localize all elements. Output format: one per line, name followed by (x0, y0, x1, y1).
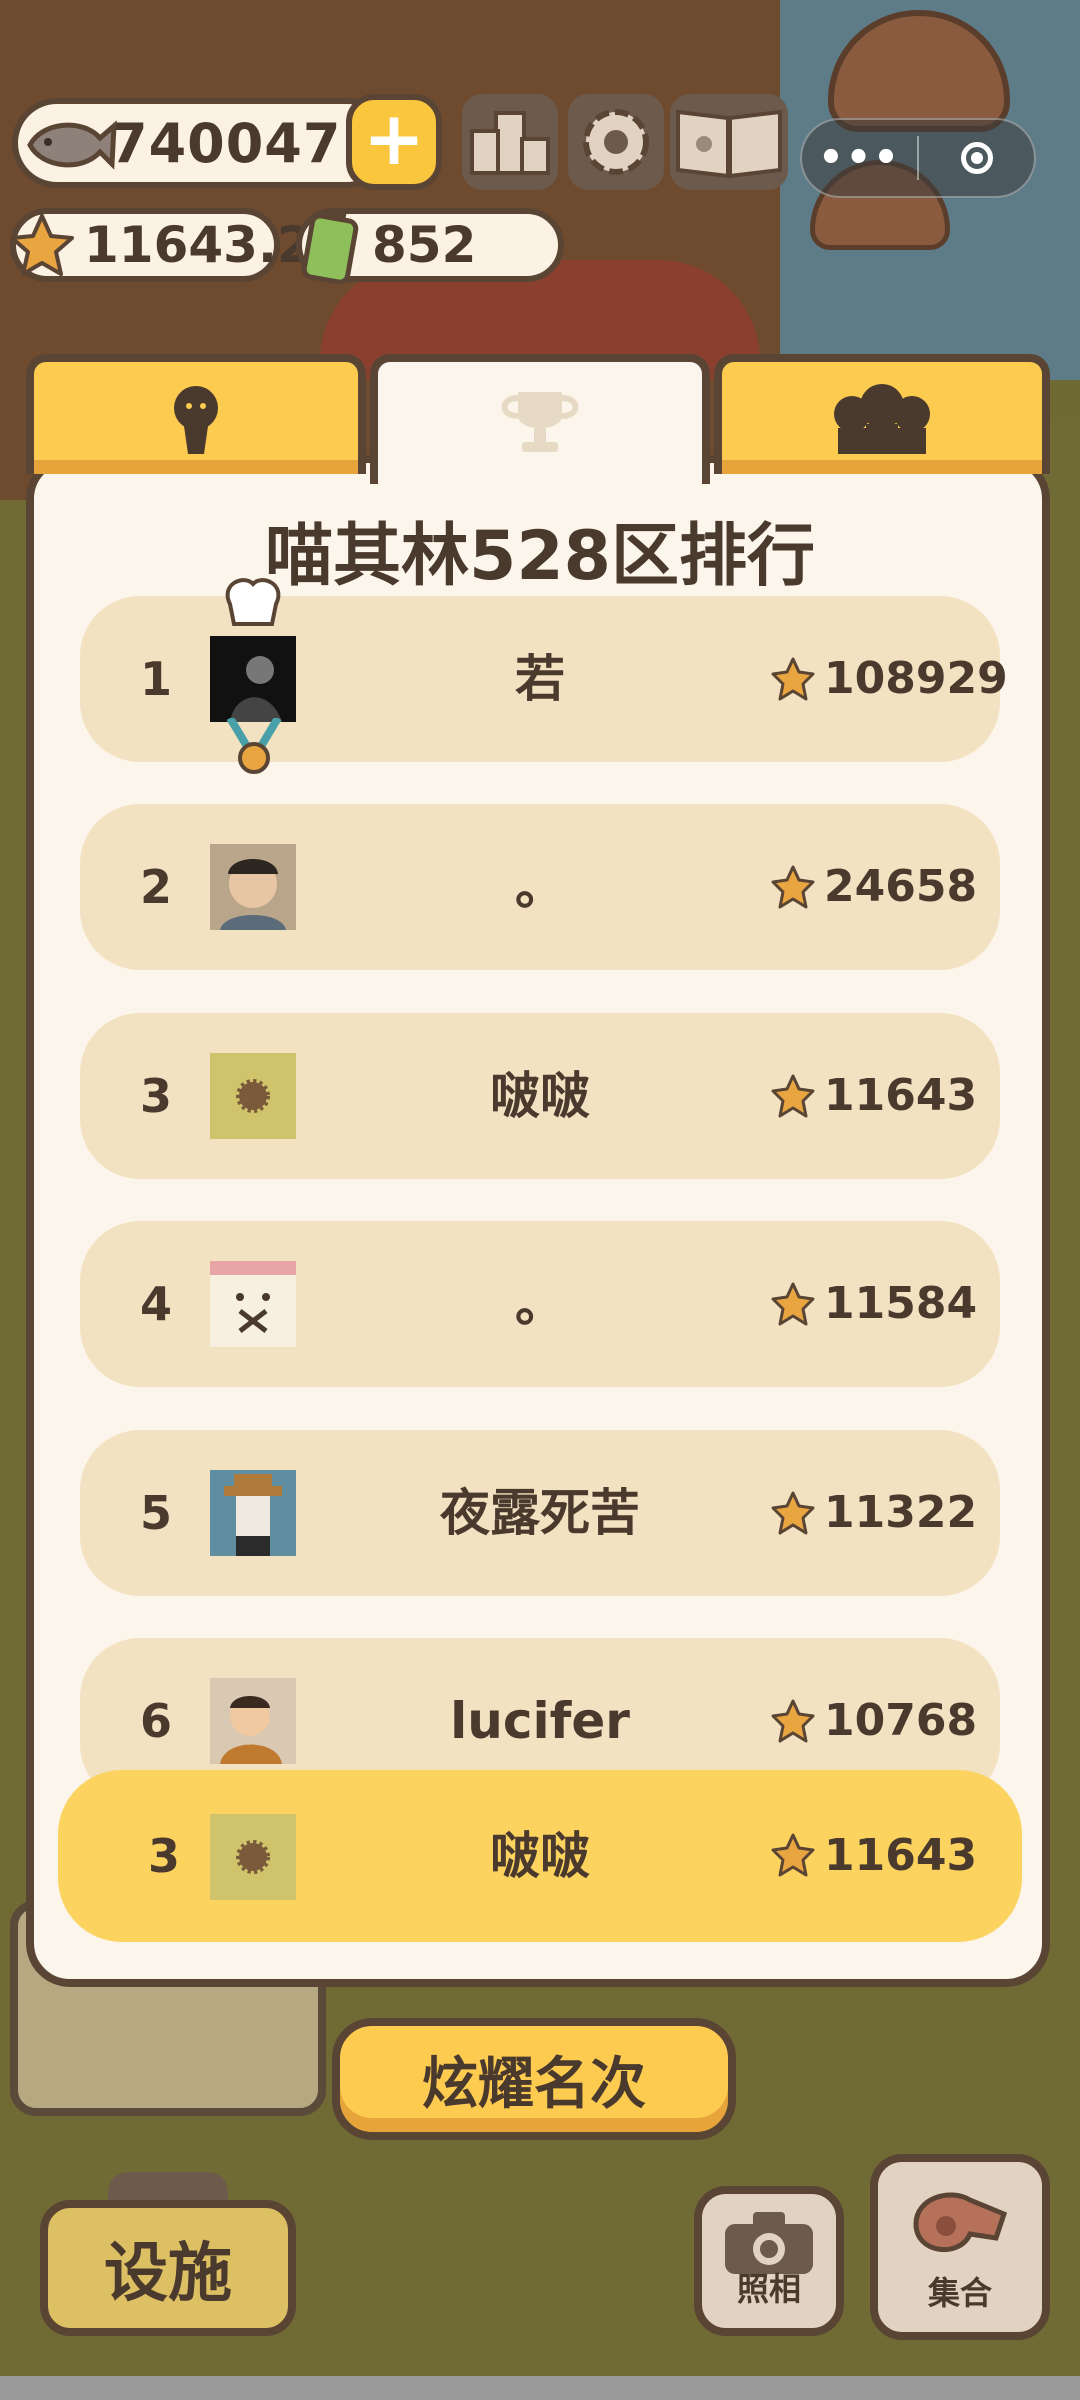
star-icon (771, 657, 815, 701)
my-player-name: 啵啵 (490, 1827, 590, 1885)
star-icon (771, 1699, 815, 1743)
photo-label: 照相 (736, 2270, 801, 2308)
player-name: 。 (515, 1275, 565, 1333)
rank-number: 5 (140, 1486, 173, 1540)
show-rank-button[interactable]: 炫耀名次 (332, 2018, 736, 2140)
my-rank-number: 3 (148, 1829, 181, 1883)
player-score: 24658 (824, 861, 978, 912)
medal-icon (226, 718, 282, 774)
trophy-icon (501, 392, 579, 452)
avatar (210, 636, 296, 722)
pawprint-book-icon[interactable] (670, 94, 788, 190)
rank-number: 1 (140, 652, 173, 706)
player-score: 11584 (824, 1278, 978, 1329)
close-mini-program-button[interactable] (919, 142, 1034, 174)
tab-personal[interactable] (26, 354, 366, 474)
settings-gear-icon[interactable] (568, 94, 664, 190)
mini-program-capsule: ••• (800, 118, 1036, 198)
avatar (210, 844, 296, 930)
star-icon (771, 1491, 815, 1535)
tab-ranking[interactable] (370, 354, 710, 484)
leaderboard-row[interactable]: 4 。 11584 (80, 1221, 1000, 1387)
add-fish-button[interactable]: + (346, 94, 442, 190)
star-icon (771, 1074, 815, 1118)
star-icon (771, 1833, 815, 1877)
assemble-label: 集合 (927, 2274, 992, 2312)
ranking-podium-icon[interactable] (462, 94, 558, 190)
facilities-button[interactable]: 设施 (40, 2200, 296, 2336)
single-cat-icon (174, 386, 218, 454)
player-score: 11643 (824, 1070, 978, 1121)
system-nav-strip (0, 2376, 1080, 2400)
rank-number: 3 (140, 1069, 173, 1123)
star-icon (771, 1282, 815, 1326)
player-score: 108929 (824, 653, 1008, 704)
my-avatar (210, 1814, 296, 1900)
fish-icon (27, 120, 117, 170)
battery-icon (301, 208, 359, 284)
leaderboard-row[interactable]: 2 。 24658 (80, 804, 1000, 970)
avatar (210, 1678, 296, 1764)
chef-hat-icon (225, 578, 281, 626)
leaderboard-title: 喵其林528区排行 (265, 517, 815, 596)
fish-amount: 740047 (110, 111, 342, 175)
my-rank-row[interactable]: 3 啵啵 11643 (58, 1770, 1022, 1942)
group-cats-icon (834, 384, 930, 454)
more-menu-button[interactable]: ••• (802, 135, 917, 181)
whistle-icon (913, 2192, 1008, 2253)
player-name: 。 (515, 858, 565, 916)
star-icon (10, 214, 74, 276)
tab-group[interactable] (714, 354, 1050, 474)
rank-number: 2 (140, 860, 173, 914)
star-icon (771, 865, 815, 909)
my-player-score: 11643 (824, 1830, 978, 1881)
assemble-button[interactable]: 集合 (870, 2154, 1050, 2340)
rank-number: 4 (140, 1277, 173, 1331)
target-icon (960, 142, 993, 174)
leaderboard-row[interactable]: 1 若 108929 (80, 578, 1008, 774)
player-score: 11322 (824, 1487, 978, 1538)
battery-amount: 852 (372, 216, 477, 274)
player-name: 若 (515, 650, 565, 708)
leaderboard-row[interactable]: 3 啵啵 11643 (80, 1013, 1000, 1179)
leaderboard-row[interactable]: 5 夜露死苦 11322 (80, 1430, 1000, 1596)
avatar (210, 1053, 296, 1139)
player-name: 啵啵 (490, 1067, 590, 1125)
avatar (210, 1261, 296, 1347)
player-name: 夜露死苦 (440, 1484, 640, 1542)
star-amount: 11643.2 (84, 216, 312, 274)
photo-button[interactable]: 照相 (694, 2186, 844, 2336)
avatar (210, 1470, 296, 1556)
